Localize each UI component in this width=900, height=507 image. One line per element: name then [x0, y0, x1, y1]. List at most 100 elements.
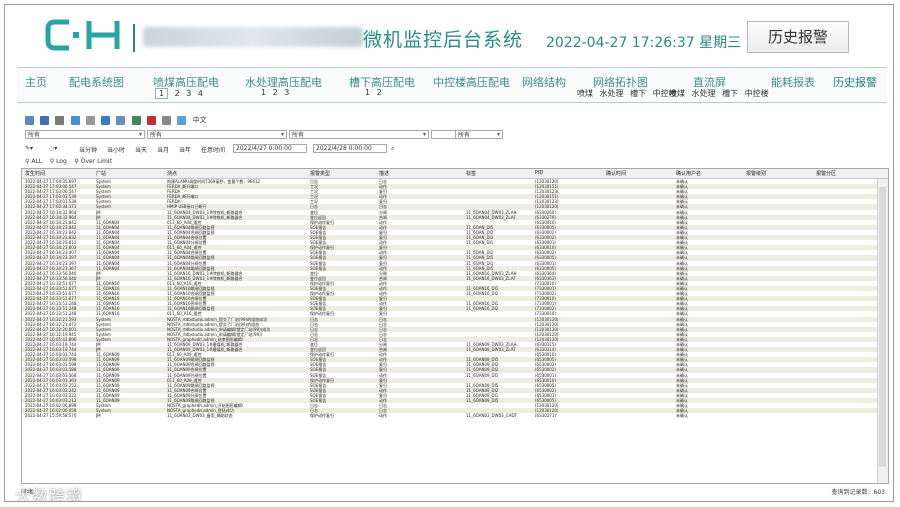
grid-icon[interactable] — [131, 115, 141, 125]
nav-sub-trough[interactable]: 槽下 — [722, 88, 738, 99]
nav-home[interactable]: 主页 — [25, 74, 47, 90]
time-current-day[interactable]: 当天 — [135, 145, 147, 154]
delete-icon[interactable] — [146, 115, 156, 125]
nav-sub-2[interactable]: 2 — [175, 89, 180, 98]
col-alarm-type[interactable]: 报警类型 — [310, 170, 330, 177]
col-description[interactable]: 描述 — [379, 170, 389, 177]
nav-sub-trough[interactable]: 槽下 — [630, 88, 646, 99]
time-current-month[interactable]: 当月 — [157, 145, 169, 154]
logo-divider — [133, 24, 135, 52]
copy-icon[interactable] — [116, 115, 126, 125]
company-name-blurred — [143, 27, 363, 47]
nav-sub-3[interactable]: 3 — [186, 89, 191, 98]
time-custom[interactable]: 任意时间 — [201, 145, 225, 154]
app-window: 微机监控后台系统 2022-04-27 17:26:37 星期三 历史报警 主页… — [4, 4, 894, 502]
col-alarm-zone[interactable]: 报警分区 — [816, 170, 836, 177]
settings-icon[interactable] — [85, 115, 95, 125]
icon-toolbar: 中文 — [25, 115, 225, 127]
option-over-limit[interactable]: ⚲ Over Limit — [74, 158, 112, 165]
table-cell: JM — [96, 413, 101, 419]
nav-sub-water[interactable]: 水处理 — [692, 88, 716, 99]
alarm-table: 发生时间 厂站 测点 报警类型 描述 标签 PID 确认时间 确认用户名 报警级… — [21, 168, 889, 484]
search-icon[interactable] — [101, 115, 111, 125]
alarm-scope-options: ⚲ ALL ⚲ Log ⚲ Over Limit — [25, 158, 112, 168]
col-time[interactable]: 发生时间 — [25, 170, 45, 177]
nav-topology-subs: 喷煤 水处理 槽下 中控楼 — [577, 88, 681, 99]
save-icon[interactable] — [40, 115, 50, 125]
table-cell: 11_6OAN03_DW03_CHDT — [466, 413, 517, 419]
table-cell: 2022-04-27 15:59:58.570 — [25, 413, 77, 419]
time-filter-row: ✎▾ ◌▾ 当分钟 当小时 当天 当月 当年 任意时间 2022/4/27 0:… — [25, 143, 505, 155]
table-body: 2022-04-27 17:04:35.697 System 构建ALAMU调度时间… — [22, 179, 878, 418]
language-select[interactable]: 中文 — [193, 116, 207, 124]
start-time-input[interactable]: 2022/4/27 0:00:00 — [233, 144, 307, 153]
record-count: 查询到记录数：603 — [831, 489, 885, 496]
vertical-scrollbar[interactable] — [877, 179, 888, 483]
filter-level-select[interactable]: 所有 — [455, 130, 503, 139]
nav-control-building-hv[interactable]: 中控楼高压配电 — [433, 74, 510, 90]
end-time-input[interactable]: 2022/4/28 0:00:00 — [313, 144, 387, 153]
main-nav: 主页 配电系统图 喷煤高压配电 1 2 3 4 水处理高压配电 1 2 3 槽下… — [17, 67, 887, 103]
query-search-icon[interactable]: ⌕ — [391, 145, 394, 153]
table-cell: 11_6OAN03_DW03_备用_辅助状态 — [167, 413, 233, 419]
nav-sub-water[interactable]: 水处理 — [600, 88, 624, 99]
option-all-label: ALL — [31, 158, 43, 165]
nav-sub-1[interactable]: 1 — [261, 88, 266, 97]
table-cell: 动作 — [379, 413, 387, 419]
nav-history-alarm[interactable]: 历史报警 — [833, 74, 877, 90]
nav-water-treatment-subs: 1 2 3 — [261, 88, 293, 97]
edit-icon[interactable]: ✎▾ — [25, 145, 33, 152]
option-all[interactable]: ⚲ ALL — [25, 158, 42, 165]
time-current-year[interactable]: 当年 — [179, 145, 191, 154]
option-over-limit-label: Over Limit — [80, 158, 112, 165]
print-icon[interactable] — [55, 115, 65, 125]
table-row[interactable]: 2022-04-27 15:59:58.570 JM 11_6OAN03_DW03_… — [22, 413, 878, 418]
current-datetime: 2022-04-27 17:26:37 星期三 — [546, 35, 742, 51]
table-header: 发生时间 厂站 测点 报警类型 描述 标签 PID 确认时间 确认用户名 报警级… — [22, 169, 888, 179]
col-alarm-level[interactable]: 报警级别 — [746, 170, 766, 177]
col-confirm-time[interactable]: 确认时间 — [606, 170, 626, 177]
col-station[interactable]: 厂站 — [96, 170, 106, 177]
nav-energy-report[interactable]: 能耗报表 — [771, 74, 815, 90]
system-title: 微机监控后台系统 — [363, 29, 524, 51]
nav-sub-2[interactable]: 2 — [273, 88, 278, 97]
nav-sub-2[interactable]: 2 — [377, 88, 382, 97]
filter-point-select[interactable]: 所有 — [147, 130, 287, 139]
nav-sub-1[interactable]: 1 — [365, 88, 370, 97]
col-confirm-user[interactable]: 确认用户名 — [676, 170, 701, 177]
col-tag[interactable]: 标签 — [466, 170, 476, 177]
option-log-label: Log — [56, 158, 67, 165]
col-point[interactable]: 测点 — [167, 170, 177, 177]
col-pid[interactable]: PID — [535, 170, 543, 176]
filter-row: 所有 所有 所有 所有 — [25, 130, 505, 140]
filter-icon[interactable] — [162, 115, 172, 125]
nav-network-structure[interactable]: 网络结构 — [522, 74, 566, 90]
refresh-icon[interactable] — [25, 115, 34, 125]
nav-trough-subs: 1 2 — [365, 88, 386, 97]
table-cell: 保护动作复归 — [310, 413, 334, 419]
history-alarm-button[interactable]: 历史报警 — [747, 21, 849, 53]
time-current-minute[interactable]: 当分钟 — [79, 145, 97, 154]
time-current-hour[interactable]: 当小时 — [107, 145, 125, 154]
clear-icon[interactable]: ◌▾ — [49, 145, 57, 152]
nav-sub-4[interactable]: 4 — [198, 89, 203, 98]
status-bar: 就绪 查询到记录数：603 — [21, 487, 889, 499]
nav-dc-subs: 喷煤 水处理 槽下 中控楼 — [669, 88, 773, 99]
nav-distribution-diagram[interactable]: 配电系统图 — [69, 74, 124, 90]
table-cell: (6330271) — [535, 413, 556, 419]
scrollbar-thumb[interactable] — [879, 187, 886, 467]
info-icon[interactable] — [177, 115, 187, 125]
filter-station-select[interactable]: 所有 — [25, 130, 145, 139]
watermark: 大数跨境 — [15, 487, 84, 502]
export-icon[interactable] — [70, 115, 80, 125]
nav-coal-injection-subs: 1 2 3 4 — [155, 88, 207, 99]
nav-sub-control[interactable]: 中控楼 — [745, 88, 769, 99]
nav-sub-1[interactable]: 1 — [155, 88, 169, 99]
nav-sub-3[interactable]: 3 — [284, 88, 289, 97]
nav-sub-coal[interactable]: 喷煤 — [669, 88, 685, 99]
table-cell: 未确认 — [676, 413, 688, 419]
nav-sub-coal[interactable]: 喷煤 — [577, 88, 593, 99]
filter-type-select[interactable]: 所有 — [289, 130, 429, 139]
header: 微机监控后台系统 2022-04-27 17:26:37 星期三 历史报警 — [5, 5, 893, 67]
option-log[interactable]: ⚲ Log — [50, 158, 67, 165]
